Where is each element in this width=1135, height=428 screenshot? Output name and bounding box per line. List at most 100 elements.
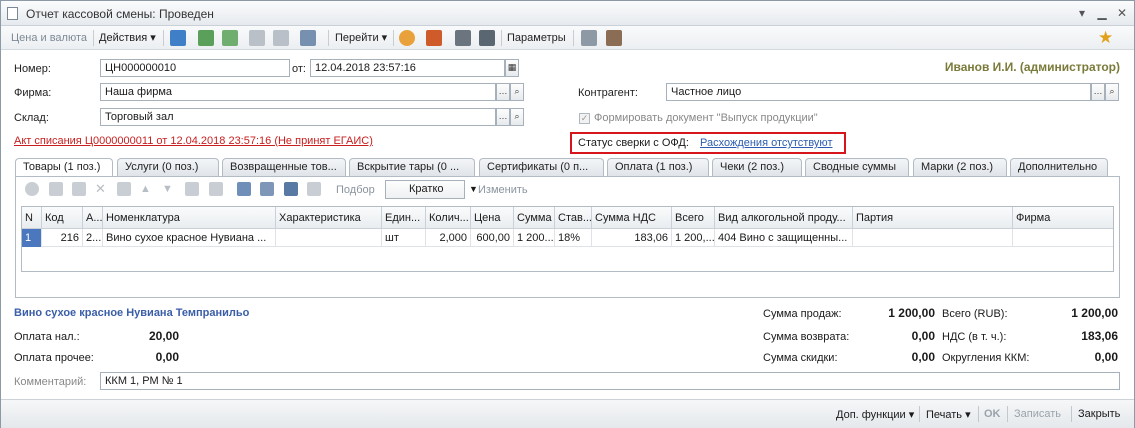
firm-select-button[interactable]: … — [496, 83, 510, 101]
refresh-icon[interactable] — [198, 30, 214, 46]
col-total[interactable]: Всего — [672, 207, 715, 229]
print-preview-icon[interactable] — [606, 30, 622, 46]
based-on-icon[interactable] — [300, 30, 316, 46]
columns-icon[interactable] — [581, 30, 597, 46]
cell-firm[interactable] — [1013, 229, 1113, 247]
contractor-search-icon[interactable]: ⌕ — [1105, 83, 1119, 101]
chevron-down-icon[interactable]: ▼ — [469, 184, 478, 194]
firm-field[interactable]: Наша фирма — [100, 83, 496, 101]
col-firm[interactable]: Фирма — [1013, 207, 1113, 229]
parameters-button[interactable]: Параметры — [507, 30, 566, 46]
cell-characteristic[interactable] — [276, 229, 382, 247]
col-quantity[interactable]: Колич... — [426, 207, 471, 229]
writeoff-act-link[interactable]: Акт списания Ц0000000011 от 12.04.2018 2… — [14, 135, 373, 147]
copy-row-icon[interactable] — [49, 182, 63, 196]
more-functions-button[interactable]: Доп. функции ▾ — [836, 408, 914, 421]
col-rate[interactable]: Став... — [555, 207, 592, 229]
structure-icon[interactable] — [249, 30, 265, 46]
paste-icon[interactable] — [260, 182, 274, 196]
comment-field[interactable]: ККМ 1, РМ № 1 — [100, 372, 1120, 390]
post-icon[interactable] — [170, 30, 186, 46]
copy-icon[interactable] — [237, 182, 251, 196]
cell-n[interactable]: 1 — [22, 229, 42, 247]
col-article[interactable]: А... — [83, 207, 103, 229]
ofd-status-link[interactable]: Расхождения отсутствуют — [700, 137, 832, 149]
list-icon[interactable] — [455, 30, 471, 46]
col-code[interactable]: Код — [42, 207, 83, 229]
form-doc-checkbox[interactable]: ✓ — [579, 113, 590, 124]
col-price[interactable]: Цена — [471, 207, 514, 229]
add-icon[interactable] — [25, 182, 39, 196]
go-menu[interactable]: Перейти ▾ — [335, 30, 387, 46]
date-field[interactable]: 12.04.2018 23:57:16 — [310, 59, 505, 77]
display-mode-select[interactable]: Кратко — [385, 180, 465, 199]
rounding-value: 0,00 — [1094, 350, 1118, 364]
col-sum[interactable]: Сумма — [514, 207, 555, 229]
table-row[interactable]: 1 216 2... Вино сухое красное Нувиана ..… — [22, 229, 1113, 247]
close-icon[interactable]: ✕ — [1115, 6, 1129, 20]
sort-asc-icon[interactable] — [185, 182, 199, 196]
edit-icon[interactable] — [72, 182, 86, 196]
cell-sum[interactable]: 1 200... — [514, 229, 555, 247]
minimize-icon[interactable]: ▁ — [1095, 6, 1109, 20]
cell-alcohol-type[interactable]: 404 Вино с защищенны... — [715, 229, 853, 247]
col-unit[interactable]: Един... — [382, 207, 426, 229]
close-button[interactable]: Закрыть — [1078, 408, 1120, 420]
col-alcohol-type[interactable]: Вид алкогольной проду... — [715, 207, 853, 229]
tab-container-opening[interactable]: Вскрытие тары (0 ... — [349, 158, 475, 177]
tab-services[interactable]: Услуги (0 поз.) — [117, 158, 219, 177]
tab-goods[interactable]: Товары (1 поз.) — [15, 158, 113, 178]
col-vat-sum[interactable]: Сумма НДС — [592, 207, 672, 229]
favorite-star-icon[interactable]: ★ — [1098, 29, 1114, 46]
cell-batch[interactable] — [853, 229, 1013, 247]
cell-rate[interactable]: 18% — [555, 229, 592, 247]
number-field[interactable]: ЦН000000010 — [100, 59, 290, 77]
clear-icon[interactable] — [307, 182, 321, 196]
move-down-icon[interactable]: ▼ — [162, 182, 176, 196]
cell-price[interactable]: 600,00 — [471, 229, 514, 247]
tab-returned-goods[interactable]: Возвращенные тов... — [222, 158, 346, 177]
price-currency-button[interactable]: Цена и валюта — [11, 30, 87, 46]
col-n[interactable]: N — [22, 207, 42, 229]
actions-menu[interactable]: Действия ▾ — [99, 30, 156, 46]
cell-total[interactable]: 1 200,... — [672, 229, 715, 247]
contractor-select-button[interactable]: … — [1091, 83, 1105, 101]
tab-receipts[interactable]: Чеки (2 поз.) — [712, 158, 802, 177]
help-icon[interactable] — [399, 30, 415, 46]
move-up-icon[interactable]: ▲ — [140, 182, 154, 196]
tab-certificates[interactable]: Сертификаты (0 п... — [479, 158, 604, 177]
warehouse-select-button[interactable]: … — [496, 108, 510, 126]
tab-marks[interactable]: Марки (2 поз.) — [913, 158, 1007, 177]
cell-code[interactable]: 216 — [42, 229, 83, 247]
cell-article[interactable]: 2... — [83, 229, 103, 247]
checklist-icon[interactable] — [479, 30, 495, 46]
col-characteristic[interactable]: Характеристика — [276, 207, 382, 229]
warehouse-search-icon[interactable]: ⌕ — [510, 108, 524, 126]
movement-icon[interactable] — [273, 30, 289, 46]
cell-nomenclature[interactable]: Вино сухое красное Нувиана ... — [103, 229, 276, 247]
cell-vat-sum[interactable]: 183,06 — [592, 229, 672, 247]
copy-icon[interactable] — [222, 30, 238, 46]
tab-payment[interactable]: Оплата (1 поз.) — [607, 158, 709, 177]
paste-special-icon[interactable] — [284, 182, 298, 196]
col-nomenclature[interactable]: Номенклатура — [103, 207, 276, 229]
tab-additional[interactable]: Дополнительно — [1010, 158, 1108, 177]
warehouse-field[interactable]: Торговый зал — [100, 108, 496, 126]
tab-summary[interactable]: Сводные суммы — [805, 158, 909, 177]
cell-quantity[interactable]: 2,000 — [426, 229, 471, 247]
firm-search-icon[interactable]: ⌕ — [510, 83, 524, 101]
cell-unit[interactable]: шт — [382, 229, 426, 247]
ok-button[interactable]: OK — [984, 408, 1001, 420]
col-batch[interactable]: Партия — [853, 207, 1013, 229]
save-button[interactable]: Записать — [1014, 408, 1061, 420]
selection-button[interactable]: Подбор — [336, 184, 375, 196]
sort-desc-icon[interactable] — [209, 182, 223, 196]
window-menu-icon[interactable]: ▾ — [1075, 6, 1089, 20]
save-row-icon[interactable] — [117, 182, 131, 196]
hierarchy-icon[interactable] — [426, 30, 442, 46]
calendar-icon[interactable]: ▦ — [505, 59, 519, 77]
edit-button[interactable]: Изменить — [478, 184, 528, 196]
delete-icon[interactable]: ✕ — [95, 182, 109, 196]
print-button[interactable]: Печать ▾ — [926, 408, 971, 421]
contractor-field[interactable]: Частное лицо — [666, 83, 1091, 101]
